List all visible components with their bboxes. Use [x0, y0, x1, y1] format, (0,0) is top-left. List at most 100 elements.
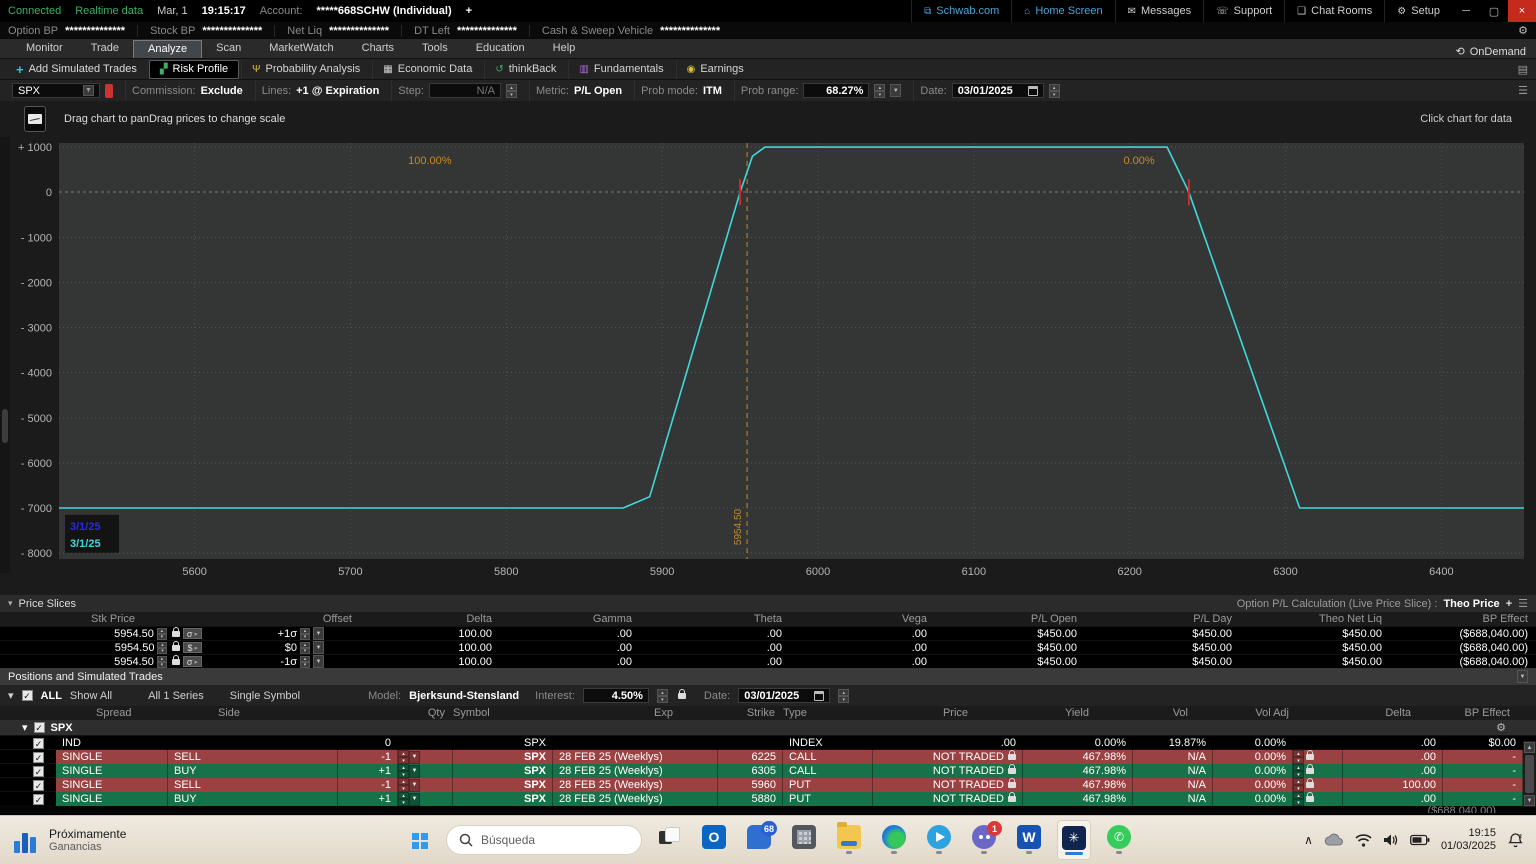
stk-price-stepper[interactable]: ▴▾: [157, 642, 167, 654]
date-input[interactable]: 03/01/2025: [952, 83, 1044, 98]
positions-collapse-icon[interactable]: ▼: [1517, 670, 1528, 683]
risk-profile-chart[interactable]: + 10000- 1000- 2000- 3000- 4000- 5000- 6…: [0, 137, 1536, 595]
taskbar-app-telegram[interactable]: [922, 820, 956, 860]
tab-help[interactable]: Help: [539, 40, 590, 58]
show-all-select[interactable]: Show All: [70, 690, 112, 702]
qty-dropdown[interactable]: ▼: [409, 779, 420, 792]
account-value[interactable]: *****668SCHW (Individual): [317, 5, 452, 17]
volume-icon[interactable]: [1383, 833, 1399, 847]
lock-icon[interactable]: [1306, 754, 1314, 760]
row-checkbox[interactable]: [33, 752, 44, 763]
titlebar-link-support[interactable]: ☏Support: [1203, 0, 1284, 22]
lines-setting[interactable]: Lines: +1 @ Expiration: [255, 80, 386, 102]
row-checkbox[interactable]: [33, 738, 44, 749]
tab-monitor[interactable]: Monitor: [12, 40, 77, 58]
qty-dropdown[interactable]: ▼: [409, 765, 420, 778]
qty-stepper[interactable]: ▴▾: [398, 764, 409, 778]
strike-cell[interactable]: 6305: [718, 764, 783, 778]
scroll-thumb[interactable]: [1525, 755, 1534, 793]
type-cell[interactable]: CALL: [783, 764, 873, 778]
taskbar-app-task-view[interactable]: [652, 820, 686, 860]
lock-icon[interactable]: [1306, 796, 1314, 802]
symbol-mode-select[interactable]: Single Symbol: [230, 690, 300, 702]
prob-mode-setting[interactable]: Prob mode: ITM: [634, 80, 728, 102]
taskbar-app-calculator[interactable]: [787, 820, 821, 860]
row-checkbox[interactable]: [33, 794, 44, 805]
offset-stepper[interactable]: ▴▾: [300, 656, 310, 668]
vol-stepper[interactable]: ▴▾: [1293, 792, 1304, 806]
taskbar-app-discord[interactable]: 1: [967, 820, 1001, 860]
tab-analyze[interactable]: Analyze: [133, 40, 202, 58]
battery-icon[interactable]: [1410, 834, 1430, 846]
view-fundamentals[interactable]: ▥Fundamentals: [568, 60, 673, 79]
offset-stepper[interactable]: ▴▾: [300, 642, 310, 654]
stk-price-stepper[interactable]: ▴▾: [157, 628, 167, 640]
offset-mode-button[interactable]: $: [183, 642, 202, 653]
clock[interactable]: 19:15 01/03/2025: [1441, 827, 1496, 853]
strike-cell[interactable]: 6225: [718, 750, 783, 764]
alert-icon[interactable]: [105, 84, 113, 98]
start-button[interactable]: [402, 823, 436, 857]
tab-charts[interactable]: Charts: [348, 40, 408, 58]
interest-stepper[interactable]: ▴▾: [657, 689, 668, 703]
price-cell[interactable]: NOT TRADED: [873, 750, 1023, 764]
row-checkbox[interactable]: [33, 780, 44, 791]
lock-icon[interactable]: [678, 693, 686, 699]
gear-icon[interactable]: ⚙: [1496, 721, 1506, 734]
titlebar-link-schwab-com[interactable]: ⧉Schwab.com: [911, 0, 1011, 22]
offset-dropdown[interactable]: ▼: [313, 641, 324, 654]
model-value[interactable]: Bjerksund-Stensland: [409, 690, 519, 702]
add-slice-button[interactable]: +: [1506, 598, 1512, 610]
price-cell[interactable]: NOT TRADED: [873, 792, 1023, 806]
qty-dropdown[interactable]: ▼: [409, 751, 420, 764]
offset-dropdown[interactable]: ▼: [313, 627, 324, 640]
offset-mode-button[interactable]: σ: [183, 656, 202, 667]
offset-mode-button[interactable]: σ: [183, 628, 202, 639]
taskbar-app-word[interactable]: W: [1012, 820, 1046, 860]
slices-menu-icon[interactable]: ☰: [1518, 597, 1528, 610]
vol-stepper[interactable]: ▴▾: [1293, 750, 1304, 764]
widgets-button[interactable]: Próximamente Ganancias: [0, 827, 260, 853]
taskbar-app-edge[interactable]: [877, 820, 911, 860]
view-probability-analysis[interactable]: ΨProbability Analysis: [241, 60, 370, 79]
qty-stepper[interactable]: ▴▾: [398, 778, 409, 792]
row-checkbox[interactable]: [33, 766, 44, 777]
taskbar-app-whatsapp[interactable]: ✆: [1102, 820, 1136, 860]
commission-setting[interactable]: Commission: Exclude: [125, 80, 249, 102]
symbol-group-row[interactable]: ▾ SPX ⚙: [0, 720, 1536, 735]
notification-bell-icon[interactable]: z: [1507, 832, 1524, 849]
type-cell[interactable]: CALL: [783, 750, 873, 764]
exp-cell[interactable]: 28 FEB 25 (Weeklys): [553, 764, 718, 778]
strike-cell[interactable]: 5880: [718, 792, 783, 806]
view-thinkback[interactable]: ↺thinkBack: [484, 60, 566, 79]
prob-range-dropdown[interactable]: ▼: [890, 84, 901, 97]
exp-cell[interactable]: 28 FEB 25 (Weeklys): [553, 750, 718, 764]
scroll-down-icon[interactable]: ▼: [1524, 795, 1535, 806]
titlebar-link-setup[interactable]: ⚙Setup: [1384, 0, 1452, 22]
tab-trade[interactable]: Trade: [77, 40, 133, 58]
collapse-caret-icon[interactable]: ▾: [8, 598, 13, 609]
exp-cell[interactable]: 28 FEB 25 (Weeklys): [553, 792, 718, 806]
view-earnings[interactable]: ◉Earnings: [676, 60, 754, 79]
close-button[interactable]: ×: [1508, 0, 1536, 22]
sidebar-grip[interactable]: [2, 409, 8, 443]
series-select[interactable]: All 1 Series: [148, 690, 204, 702]
minimize-button[interactable]: ─: [1452, 0, 1480, 22]
calc-value[interactable]: Theo Price: [1443, 598, 1499, 610]
titlebar-link-home-screen[interactable]: ⌂Home Screen: [1011, 0, 1114, 22]
offset-dropdown[interactable]: ▼: [313, 655, 324, 668]
gear-icon[interactable]: ⚙: [1518, 24, 1528, 37]
step-input[interactable]: N/A: [429, 83, 501, 98]
wifi-icon[interactable]: [1355, 833, 1372, 847]
price-cell[interactable]: NOT TRADED: [873, 778, 1023, 792]
qty-dropdown[interactable]: ▼: [409, 793, 420, 806]
exp-cell[interactable]: 28 FEB 25 (Weeklys): [553, 778, 718, 792]
menu-icon[interactable]: ☰: [1518, 84, 1528, 97]
search-box[interactable]: Búsqueda: [446, 825, 642, 855]
date-stepper[interactable]: ▴▾: [1049, 84, 1060, 98]
qty-stepper[interactable]: ▴▾: [398, 750, 409, 764]
lock-icon[interactable]: [172, 645, 180, 651]
positions-date-input[interactable]: 03/01/2025: [738, 688, 830, 703]
stk-price-stepper[interactable]: ▴▾: [157, 656, 167, 668]
titlebar-link-chat-rooms[interactable]: ❑Chat Rooms: [1284, 0, 1384, 22]
